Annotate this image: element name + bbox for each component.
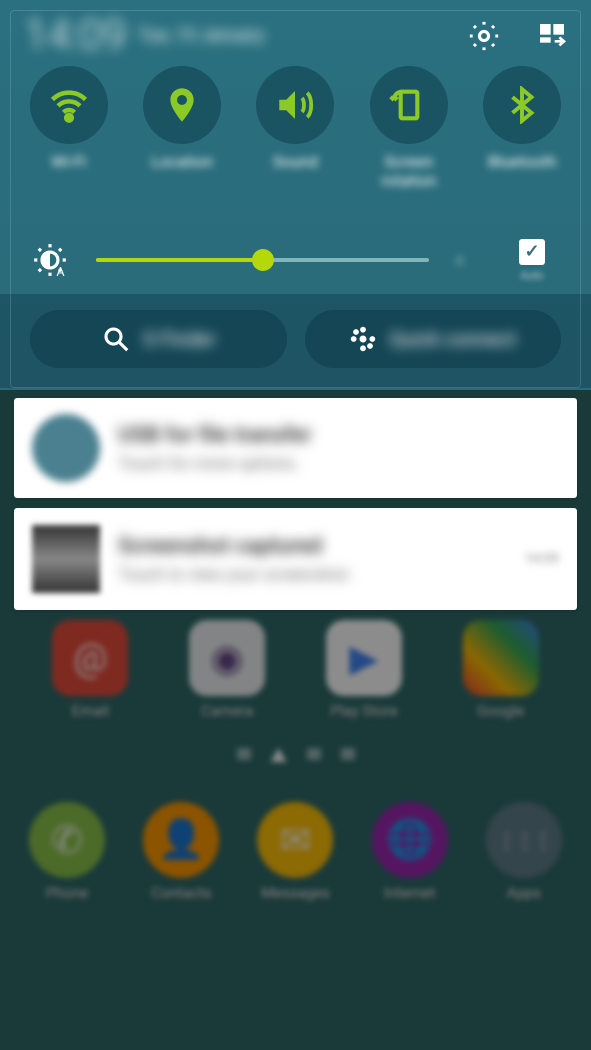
clock-time: 14:09 (24, 11, 126, 60)
auto-brightness-label: Auto (521, 269, 544, 282)
toggle-sound[interactable]: Sound (245, 66, 345, 190)
quick-settings-row: Wi-Fi Location Sound Screen rotation (0, 66, 591, 190)
app-messages[interactable]: ✉ Messages (245, 802, 345, 902)
notification-subtitle: Touch to view your screenshot. (118, 565, 506, 585)
wifi-icon (30, 66, 108, 144)
camera-app-icon: ◉ (189, 620, 265, 696)
app-contacts[interactable]: 👤 Contacts (131, 802, 231, 902)
app-label: Internet (384, 884, 435, 902)
page-dot[interactable] (307, 748, 321, 760)
settings-gear-icon[interactable] (465, 17, 503, 55)
google-folder-icon (463, 620, 539, 696)
dock: ✆ Phone 👤 Contacts ✉ Messages 🌐 Internet… (0, 802, 591, 902)
slider-fill (96, 258, 263, 262)
app-label: Email (72, 702, 109, 720)
search-icon (101, 324, 131, 354)
screenshot-thumbnail-icon (32, 525, 100, 593)
app-google-folder[interactable]: Google (451, 620, 551, 720)
playstore-app-icon: ▶ (326, 620, 402, 696)
speaker-icon (256, 66, 334, 144)
sfinder-label: S Finder (143, 327, 215, 351)
app-label: Camera (201, 702, 253, 720)
panel-actions: S Finder Quick connect (0, 310, 591, 368)
toggle-location-label: Location (151, 152, 213, 171)
panel-edit-icon[interactable] (533, 17, 571, 55)
notification-title: Screenshot captured (118, 534, 506, 559)
quick-connect-button[interactable]: Quick connect (305, 310, 562, 368)
brightness-icon: A (30, 240, 70, 280)
app-email[interactable]: @ Email (40, 620, 140, 720)
app-label: Apps (507, 884, 541, 902)
app-label: Google (477, 702, 524, 720)
internet-app-icon: 🌐 (372, 802, 448, 878)
toggle-bluetooth-label: Bluetooth (488, 152, 557, 171)
panel-header: 14:09 Tue, 19 January (0, 8, 591, 63)
app-drawer[interactable]: ⋮⋮⋮ Apps (474, 802, 574, 902)
rotation-icon (370, 66, 448, 144)
brightness-control: A ◐ ✓ Auto (0, 230, 591, 290)
toggle-wifi[interactable]: Wi-Fi (19, 66, 119, 190)
notification-title: USB for file transfer (118, 423, 559, 448)
app-playstore[interactable]: ▶ Play Store (314, 620, 414, 720)
app-phone[interactable]: ✆ Phone (17, 802, 117, 902)
app-label: Messages (261, 884, 330, 902)
email-app-icon: @ (52, 620, 128, 696)
notification-usb[interactable]: USB for file transfer Touch for more opt… (14, 398, 577, 498)
home-screen-background: @ Email ◉ Camera ▶ Play Store Google ✆ P… (0, 620, 591, 1050)
contacts-app-icon: 👤 (143, 802, 219, 878)
page-dot[interactable] (341, 748, 355, 760)
auto-brightness-checkbox[interactable]: ✓ (519, 239, 545, 265)
quick-connect-label: Quick connect (389, 327, 516, 351)
home-app-row: @ Email ◉ Camera ▶ Play Store Google (0, 620, 591, 720)
connect-icon (349, 325, 377, 353)
toggle-location[interactable]: Location (132, 66, 232, 190)
notification-time: 14:09 (524, 551, 559, 567)
brightness-slider[interactable] (96, 258, 429, 262)
app-label: Play Store (330, 702, 397, 720)
notification-screenshot[interactable]: Screenshot captured Touch to view your s… (14, 508, 577, 610)
app-label: Phone (46, 884, 89, 902)
app-label: Contacts (151, 884, 211, 902)
apps-drawer-icon: ⋮⋮⋮ (486, 802, 562, 878)
messages-app-icon: ✉ (257, 802, 333, 878)
toggle-wifi-label: Wi-Fi (51, 152, 86, 171)
toggle-bluetooth[interactable]: Bluetooth (472, 66, 572, 190)
page-dot[interactable] (237, 748, 251, 760)
app-internet[interactable]: 🌐 Internet (360, 802, 460, 902)
notification-subtitle: Touch for more options. (118, 454, 559, 474)
toggle-rotation-label: Screen rotation (359, 152, 459, 190)
bluetooth-icon (483, 66, 561, 144)
sfinder-button[interactable]: S Finder (30, 310, 287, 368)
slider-thumb[interactable] (252, 249, 274, 271)
clock-date: Tue, 19 January (138, 25, 264, 46)
app-camera[interactable]: ◉ Camera (177, 620, 277, 720)
toggle-sound-label: Sound (273, 152, 318, 171)
toggle-rotation[interactable]: Screen rotation (359, 66, 459, 190)
location-pin-icon (143, 66, 221, 144)
phone-app-icon: ✆ (29, 802, 105, 878)
page-dot-active[interactable] (271, 748, 287, 762)
outdoor-icon: ◐ (455, 247, 485, 273)
svg-text:A: A (56, 265, 65, 279)
page-indicator[interactable] (0, 748, 591, 762)
usb-notification-icon (32, 414, 100, 482)
